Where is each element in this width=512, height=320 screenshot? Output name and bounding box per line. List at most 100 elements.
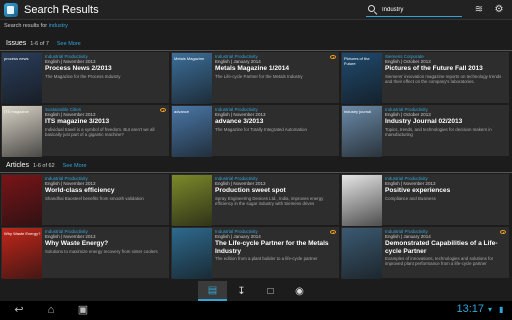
issue-card[interactable]: Pictures of the Future Siemens Corporate E… — [340, 51, 510, 104]
document-icon[interactable]: □ — [256, 281, 285, 301]
viewed-eye-icon — [330, 55, 336, 59]
meta-label: English | January 2014 — [215, 59, 261, 64]
eye-icon[interactable]: ◉ — [285, 281, 314, 301]
download-icon[interactable]: ↧ — [227, 281, 256, 301]
issue-card[interactable]: industry journal Industrial Productivity E… — [340, 104, 510, 157]
thumbnail-label: advance — [174, 109, 190, 114]
thumbnail-label: Pictures of the Future — [344, 56, 370, 66]
item-description: Spray Engineering Devices Ltd., India, i… — [215, 195, 324, 206]
meta-label: English | October 2013 — [385, 59, 431, 64]
meta-label: English | November 2013 — [385, 181, 436, 186]
item-description: The edition from a plant builder to a li… — [215, 256, 318, 261]
issue-card[interactable]: ITS magazine Sustainable Cities English | … — [0, 104, 170, 157]
meta-label: English | November 2013 — [45, 181, 96, 186]
viewed-eye-icon — [160, 108, 166, 112]
thumbnail-label: industry journal — [344, 109, 372, 114]
article-card[interactable]: Industrial Productivity English | January… — [340, 226, 510, 279]
item-description: Solutions to maximize energy recovery fr… — [45, 248, 158, 254]
thumbnail — [172, 228, 212, 279]
meta-label: English | October 2013 — [385, 112, 431, 117]
results-for: Search results for industry — [4, 23, 68, 29]
viewed-eye-icon — [500, 230, 506, 234]
thumbnail: industry journal — [342, 106, 382, 157]
item-description: The Life-cycle Partner for the Metals In… — [215, 73, 303, 79]
page-title: Search Results — [24, 3, 99, 16]
meta-label: English | November 2013 — [45, 234, 96, 239]
article-card[interactable]: Industrial Productivity English | Novembe… — [0, 173, 170, 226]
issues-see-more[interactable]: See More — [57, 41, 81, 47]
item-title: The Life-cycle Partner for the Metals In… — [215, 240, 329, 255]
meta-label: English | November 2013 — [215, 181, 266, 186]
item-title: Why Waste Energy? — [45, 240, 109, 247]
issues-title: Issues — [6, 40, 27, 47]
thumbnail: process news — [2, 53, 42, 104]
wifi-status-icon: ▾ — [488, 305, 493, 314]
issue-card[interactable]: Metals Magazine Industrial Productivity En… — [170, 51, 340, 104]
meta-label: English | November 2013 — [215, 112, 266, 117]
recent-apps-icon[interactable]: ▣ — [70, 303, 96, 318]
home-icon[interactable]: ⌂ — [38, 303, 64, 318]
thumbnail — [342, 175, 382, 226]
search-input[interactable] — [382, 6, 462, 13]
back-icon[interactable]: ↩ — [6, 303, 32, 318]
thumbnail-label: process news — [4, 56, 29, 61]
meta-label: English | November 2013 — [45, 112, 96, 117]
meta-label: English | January 2014 — [215, 234, 261, 239]
item-description: The Magazine for Totally Integrated Auto… — [215, 126, 307, 132]
item-title: Industry Journal 02/2013 — [385, 118, 463, 125]
item-description: Shandhai Baosteel benefits from smooth v… — [45, 195, 144, 201]
thumbnail: ITS magazine — [2, 106, 42, 157]
action-bar: Search Results ≋ ⚙ — [0, 0, 512, 20]
article-card[interactable]: Industrial Productivity English | Novembe… — [340, 173, 510, 226]
item-title: ITS magazine 3/2013 — [45, 118, 110, 125]
thumbnail: Metals Magazine — [172, 53, 212, 104]
item-description: Topics, trends, and technologies for dec… — [385, 126, 492, 137]
articles-see-more[interactable]: See More — [63, 163, 87, 169]
issue-card[interactable]: advance Industrial Productivity English | … — [170, 104, 340, 157]
articles-title: Articles — [6, 162, 29, 169]
thumbnail-label: ITS magazine — [4, 109, 29, 114]
wifi-icon[interactable]: ≋ — [473, 4, 485, 16]
thumbnail — [342, 228, 382, 279]
item-description: Examples of innovations, technologies an… — [385, 256, 494, 266]
thumbnail: Why Waste Energy? — [2, 228, 42, 279]
app-icon[interactable] — [4, 2, 18, 17]
thumbnail — [172, 175, 212, 226]
item-title: World-class efficiency — [45, 187, 115, 194]
search-box[interactable] — [366, 3, 462, 17]
articles-count: 1-6 of 62 — [32, 162, 55, 169]
item-description: Individual travel is a symbol of freedom… — [45, 126, 155, 137]
item-title: Process News 2/2013 — [45, 65, 112, 72]
item-title: Production sweet spot — [215, 187, 286, 194]
item-description: Compliance and Business — [385, 195, 436, 201]
viewed-eye-icon — [330, 230, 336, 234]
issue-card[interactable]: process news Industrial Productivity Engli… — [0, 51, 170, 104]
item-title: Demonstrated Capabilities of a Life-cycl… — [385, 240, 498, 255]
search-icon — [368, 5, 377, 14]
issues-count: 1-6 of 7 — [30, 40, 49, 47]
system-bar: ↩ ⌂ ▣ 13:17 ▾ ▮ — [0, 301, 512, 320]
bottom-toolbar: ▤ ↧ □ ◉ — [198, 281, 316, 301]
thumbnail: advance — [172, 106, 212, 157]
thumbnail-label: Metals Magazine — [174, 56, 205, 61]
gear-icon[interactable]: ⚙ — [493, 4, 505, 16]
articles-header: Articles 1-6 of 62 See More — [0, 159, 512, 173]
item-title: advance 3/2013 — [215, 118, 264, 125]
meta-label: English | January 2014 — [385, 234, 431, 239]
thumbnail — [2, 175, 42, 226]
issues-header: Issues 1-6 of 7 See More — [0, 37, 512, 51]
battery-icon: ▮ — [499, 305, 504, 314]
item-title: Metals Magazine 1/2014 — [215, 65, 290, 72]
article-card[interactable]: Industrial Productivity English | Novembe… — [170, 173, 340, 226]
article-card[interactable]: Industrial Productivity English | January… — [170, 226, 340, 279]
thumbnail: Pictures of the Future — [342, 53, 382, 104]
meta-label: English | November 2013 — [45, 59, 96, 64]
item-description: Siemens' innovation magazine reports on … — [385, 73, 502, 84]
item-title: Positive experiences — [385, 187, 451, 194]
article-card[interactable]: Why Waste Energy? Industrial Productivity… — [0, 226, 170, 279]
clock: 13:17 — [456, 303, 484, 315]
thumbnail-label: Why Waste Energy? — [4, 231, 41, 236]
library-icon[interactable]: ▤ — [198, 281, 227, 301]
item-description: The Magazine for the Process Industry — [45, 73, 121, 79]
item-title: Pictures of the Future Fall 2013 — [385, 65, 483, 72]
